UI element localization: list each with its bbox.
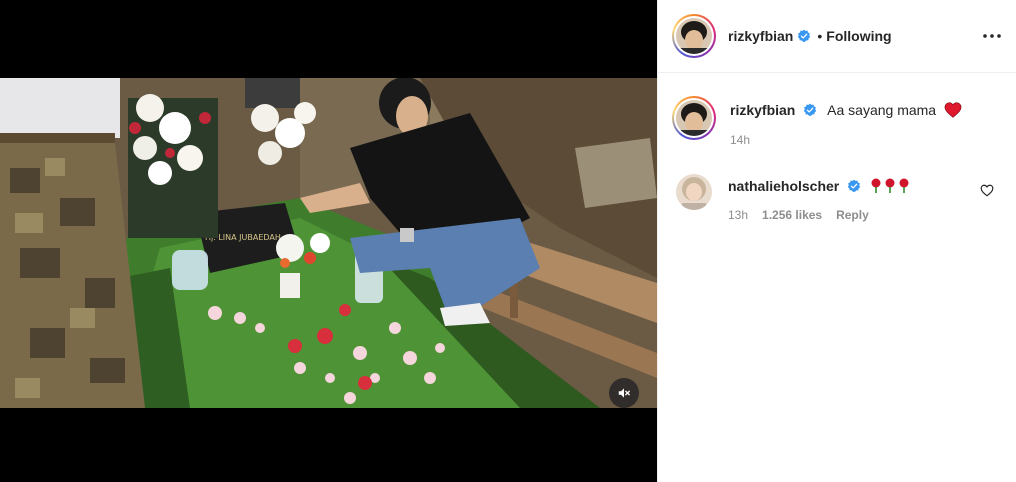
commenter-avatar[interactable]: [676, 174, 712, 210]
red-heart-emoji-icon: [944, 102, 962, 118]
verified-badge-icon: [847, 179, 861, 192]
comment-line: nathalieholscher: [728, 177, 913, 195]
comment-time[interactable]: 13h: [728, 208, 748, 222]
more-options-icon: [983, 34, 1001, 38]
caption-time[interactable]: 14h: [730, 133, 750, 147]
follow-separator: •: [817, 28, 823, 44]
post-media[interactable]: Hj. LINA JUBAEDAH: [0, 0, 657, 482]
caption-avatar[interactable]: [672, 96, 716, 140]
more-options-button[interactable]: [978, 22, 1006, 50]
heart-outline-icon: [980, 184, 994, 197]
muted-speaker-icon: [618, 388, 630, 398]
comment-like-button[interactable]: [980, 184, 996, 200]
comment-item: nathalieholscher 13h 1.256 likes Reply: [676, 174, 913, 222]
video-still-image: Hj. LINA JUBAEDAH: [0, 78, 657, 408]
caption-line: rizkyfbian Aa sayang mama: [730, 101, 962, 119]
comment-username[interactable]: nathalieholscher: [728, 178, 839, 194]
post-caption: rizkyfbian Aa sayang mama 14h: [672, 96, 962, 147]
post-header: rizkyfbian • Following: [658, 0, 1016, 73]
rose-emoji-icons: [869, 178, 913, 194]
following-button[interactable]: Following: [826, 28, 891, 44]
verified-badge-icon: [798, 29, 811, 42]
video-frame[interactable]: Hj. LINA JUBAEDAH: [0, 78, 657, 408]
comment-reply-button[interactable]: Reply: [836, 208, 869, 222]
verified-badge-icon: [804, 103, 817, 116]
caption-text: Aa sayang mama: [827, 102, 937, 118]
mute-toggle-button[interactable]: [609, 378, 639, 408]
author-username[interactable]: rizkyfbian: [728, 28, 793, 44]
post-side-panel: rizkyfbian • Following rizkyfbian Aa say…: [657, 0, 1016, 482]
author-avatar[interactable]: [672, 14, 716, 58]
caption-username[interactable]: rizkyfbian: [730, 102, 795, 118]
comment-likes[interactable]: 1.256 likes: [762, 208, 822, 222]
